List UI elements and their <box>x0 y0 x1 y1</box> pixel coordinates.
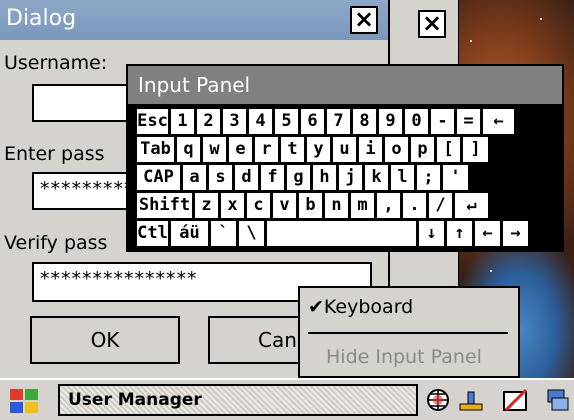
key-t[interactable]: t <box>280 136 305 163</box>
input-panel-title: Input Panel <box>128 66 562 104</box>
key-,[interactable]: , <box>376 192 401 219</box>
desktop-switch-icon[interactable] <box>542 386 574 416</box>
key-p[interactable]: p <box>410 136 435 163</box>
key-a[interactable]: a <box>182 164 207 191</box>
background-window-close-button[interactable]: × <box>418 10 446 38</box>
key-k[interactable]: k <box>364 164 389 191</box>
dialog-title: Dialog <box>6 6 77 31</box>
key-5[interactable]: 5 <box>274 108 299 135</box>
key-u[interactable]: u <box>332 136 357 163</box>
key-↵[interactable]: ↵ <box>454 192 489 219</box>
key-s[interactable]: s <box>208 164 233 191</box>
key-q[interactable]: q <box>176 136 201 163</box>
key-0[interactable]: 0 <box>404 108 429 135</box>
key-←[interactable]: ← <box>474 220 501 247</box>
key-][interactable]: ] <box>462 136 489 163</box>
key-→[interactable]: → <box>502 220 529 247</box>
key-h[interactable]: h <box>312 164 337 191</box>
key-CAP[interactable]: CAP <box>136 164 181 191</box>
star <box>490 270 492 272</box>
ok-button[interactable]: OK <box>30 316 180 364</box>
key-/[interactable]: / <box>428 192 453 219</box>
connection-icon[interactable] <box>456 386 488 416</box>
key-j[interactable]: j <box>338 164 363 191</box>
key-Tab[interactable]: Tab <box>136 136 175 163</box>
checkmark-icon: ✔ <box>308 296 324 318</box>
menu-item-hide-input-panel[interactable]: Hide Input Panel <box>326 346 482 368</box>
key-o[interactable]: o <box>384 136 409 163</box>
menu-separator <box>308 332 508 334</box>
key-b[interactable]: b <box>298 192 323 219</box>
username-label: Username: <box>4 52 108 74</box>
dialog-close-button[interactable]: × <box>350 6 378 34</box>
network-globe-icon[interactable] <box>426 386 458 416</box>
key-.[interactable]: . <box>402 192 427 219</box>
input-panel: Input Panel Esc 1 2 3 4 5 6 7 8 9 0- = ← Tab q w e r t y u i o… <box>126 64 564 252</box>
key-l[interactable]: l <box>390 164 415 191</box>
enter-password-label: Enter pass <box>4 143 105 165</box>
key-6[interactable]: 6 <box>300 108 325 135</box>
menu-item-keyboard-label: Keyboard <box>323 296 414 318</box>
key-v[interactable]: v <box>272 192 297 219</box>
key-2[interactable]: 2 <box>196 108 221 135</box>
key-c[interactable]: c <box>246 192 271 219</box>
key-8[interactable]: 8 <box>352 108 377 135</box>
key-space[interactable] <box>266 220 417 247</box>
key-Esc[interactable]: Esc <box>136 108 169 135</box>
dialog-titlebar: Dialog × <box>0 0 388 40</box>
menu-item-keyboard[interactable]: ✔Keyboard <box>308 296 413 318</box>
input-panel-icon[interactable] <box>500 386 532 416</box>
taskbar-task-user-manager[interactable]: User Manager <box>58 384 418 416</box>
taskbar: User Manager <box>0 378 574 420</box>
key-\[interactable]: \ <box>238 220 265 247</box>
star <box>470 40 472 42</box>
star <box>540 18 542 20</box>
key-r[interactable]: r <box>254 136 279 163</box>
key-e[interactable]: e <box>228 136 253 163</box>
key-↑[interactable]: ↑ <box>446 220 473 247</box>
windows-flag-icon <box>10 389 38 413</box>
key-n[interactable]: n <box>324 192 349 219</box>
key-f[interactable]: f <box>260 164 285 191</box>
key-Shift[interactable]: Shift <box>136 192 193 219</box>
key-9[interactable]: 9 <box>378 108 403 135</box>
key-g[interactable]: g <box>286 164 311 191</box>
key-7[interactable]: 7 <box>326 108 351 135</box>
verify-password-label: Verify pass <box>4 232 108 254</box>
key-d[interactable]: d <box>234 164 259 191</box>
key-x[interactable]: x <box>220 192 245 219</box>
key-4[interactable]: 4 <box>248 108 273 135</box>
key-;[interactable]: ; <box>416 164 441 191</box>
key-↓[interactable]: ↓ <box>418 220 445 247</box>
key-[[interactable]: [ <box>436 136 461 163</box>
key-i[interactable]: i <box>358 136 383 163</box>
key-3[interactable]: 3 <box>222 108 247 135</box>
key-`[interactable]: ` <box>210 220 237 247</box>
key-áü[interactable]: áü <box>170 220 209 247</box>
key-'[interactable]: ' <box>442 164 469 191</box>
key-1[interactable]: 1 <box>170 108 195 135</box>
key--[interactable]: - <box>430 108 455 135</box>
start-button[interactable] <box>8 387 48 415</box>
key-y[interactable]: y <box>306 136 331 163</box>
key-=[interactable]: = <box>456 108 481 135</box>
key-w[interactable]: w <box>202 136 227 163</box>
input-method-menu: ✔Keyboard Hide Input Panel <box>298 286 520 378</box>
key-←[interactable]: ← <box>482 108 515 135</box>
key-m[interactable]: m <box>350 192 375 219</box>
key-z[interactable]: z <box>194 192 219 219</box>
key-Ctl[interactable]: Ctl <box>136 220 169 247</box>
